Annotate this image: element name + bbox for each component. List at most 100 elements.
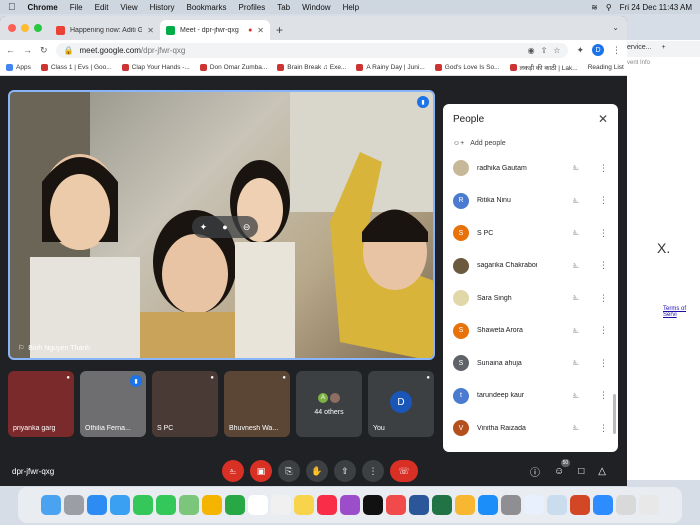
others-tile[interactable]: A 44 others — [296, 371, 362, 437]
menu-file[interactable]: File — [70, 3, 83, 12]
mic-off-icon[interactable]: ⎁ — [573, 391, 579, 401]
mic-off-icon[interactable]: ⎁ — [573, 228, 579, 238]
background-tab[interactable]: ervice... + — [623, 41, 700, 57]
safari-icon[interactable] — [87, 495, 107, 515]
news-icon[interactable] — [386, 495, 406, 515]
person-row[interactable]: sagarika Chakraborty ⎁ ⋮ — [443, 250, 618, 283]
pages-icon[interactable] — [455, 495, 475, 515]
excel-icon[interactable] — [432, 495, 452, 515]
person-row[interactable]: V Vinitha Raizada ⎁ ⋮ — [443, 412, 618, 445]
more-options-icon[interactable]: ⋮ — [599, 260, 608, 271]
meeting-details-icon[interactable]: ⓘ — [530, 464, 540, 479]
remove-icon[interactable]: ⊖ — [243, 222, 251, 233]
system-preferences-icon[interactable] — [501, 495, 521, 515]
menu-window[interactable]: Window — [302, 3, 330, 12]
tab-happening-now[interactable]: Happening now: Aditi Gupta is ✕ — [50, 20, 160, 40]
search-icon[interactable]: ⚲ — [606, 3, 612, 12]
participant-tile[interactable]: ● Bhuvnesh Wa... — [224, 371, 290, 437]
address-bar[interactable]: 🔒 meet.google.com/dpr-jfwr-qxg ◉ ⇧ ☆ — [55, 42, 569, 58]
facetime-icon[interactable] — [133, 495, 153, 515]
minimize-window-button[interactable] — [21, 24, 29, 32]
menu-history[interactable]: History — [150, 3, 175, 12]
camera-icon[interactable]: ◉ — [528, 46, 535, 55]
reminders-icon[interactable] — [271, 495, 291, 515]
mic-icon[interactable]: ● — [222, 222, 227, 232]
extensions-icon[interactable]: ✦ — [576, 45, 584, 56]
more-options-icon[interactable]: ⋮ — [599, 390, 608, 401]
tv-icon[interactable] — [363, 495, 383, 515]
chat-icon[interactable]: □ — [578, 466, 584, 477]
bookmark-item[interactable]: Don Omar Zumba... — [199, 64, 267, 71]
menu-help[interactable]: Help — [343, 3, 359, 12]
share-icon[interactable]: ⇧ — [541, 46, 548, 55]
mic-off-icon[interactable]: ⎁ — [573, 261, 579, 271]
self-tile[interactable]: ● D You — [368, 371, 434, 437]
menu-app-name[interactable]: Chrome — [28, 3, 58, 12]
person-row[interactable]: Sara Singh ⎁ ⋮ — [443, 282, 618, 315]
profile-avatar[interactable]: D — [592, 44, 604, 56]
preview-icon[interactable] — [547, 495, 567, 515]
music-icon[interactable] — [317, 495, 337, 515]
close-icon[interactable]: ✕ — [598, 112, 608, 126]
participant-tile[interactable]: ● S PC — [152, 371, 218, 437]
menu-view[interactable]: View — [120, 3, 137, 12]
bookmark-item[interactable]: A Rainy Day | Juni... — [356, 64, 425, 71]
mic-off-icon[interactable]: ⎁ — [573, 293, 579, 303]
reload-icon[interactable]: ↻ — [40, 45, 48, 56]
main-speaker-video[interactable]: ✦ ● ⊖ ▮ ⚐ Binh Nguyen Thanh — [8, 90, 435, 360]
bookmark-apps[interactable]: Apps — [6, 64, 31, 71]
mail-icon[interactable] — [110, 495, 130, 515]
mic-off-icon[interactable]: ⎁ — [573, 358, 579, 368]
person-row[interactable]: S S PC ⎁ ⋮ — [443, 217, 618, 250]
podcasts-icon[interactable] — [340, 495, 360, 515]
wifi-icon[interactable]: ≋ — [591, 3, 598, 12]
apple-icon[interactable]:  — [8, 2, 16, 13]
person-row[interactable]: S Shaweta Arora ⎁ ⋮ — [443, 315, 618, 348]
person-row[interactable]: R Ritika Ninu ⎁ ⋮ — [443, 185, 618, 218]
zoom-window-button[interactable] — [34, 24, 42, 32]
mic-off-icon[interactable]: ⎁ — [573, 196, 579, 206]
menu-edit[interactable]: Edit — [95, 3, 109, 12]
more-options-button[interactable]: ⋮ — [362, 460, 384, 482]
chevron-down-icon[interactable]: ⌄ — [612, 23, 619, 32]
present-button[interactable]: ⇧ — [334, 460, 356, 482]
zoom-icon[interactable] — [593, 495, 613, 515]
mic-off-icon[interactable]: ⎁ — [573, 423, 579, 433]
captions-button[interactable]: ⎘ — [278, 460, 300, 482]
close-window-button[interactable] — [8, 24, 16, 32]
menu-profiles[interactable]: Profiles — [239, 3, 266, 12]
more-options-icon[interactable]: ⋮ — [599, 358, 608, 369]
more-options-icon[interactable]: ⋮ — [599, 423, 608, 434]
finder-icon[interactable] — [41, 495, 61, 515]
bookmark-item[interactable]: Clap Your Hands -... — [121, 64, 190, 71]
more-options-icon[interactable]: ⋮ — [599, 163, 608, 174]
clock[interactable]: Fri 24 Dec 11:43 AM — [620, 3, 692, 12]
mic-toggle-button[interactable]: ⎁ — [222, 460, 244, 482]
mic-off-icon[interactable]: ⎁ — [573, 163, 579, 173]
pin-icon[interactable]: ✦ — [200, 222, 208, 233]
calendar-icon[interactable] — [248, 495, 268, 515]
launchpad-icon[interactable] — [64, 495, 84, 515]
powerpoint-icon[interactable] — [570, 495, 590, 515]
bookmark-item[interactable]: God's Love Is So... — [434, 64, 500, 71]
more-options-icon[interactable]: ⋮ — [599, 228, 608, 239]
more-options-icon[interactable]: ⋮ — [599, 195, 608, 206]
forward-icon[interactable]: → — [23, 45, 32, 55]
close-tab-icon[interactable]: ✕ — [257, 26, 264, 35]
participant-tile[interactable]: ▮ Othilia Ferna... — [80, 371, 146, 437]
lock-icon[interactable]: 🔒 — [64, 46, 74, 55]
photos-icon[interactable] — [202, 495, 222, 515]
person-row[interactable]: S Sunaina ahuja ⎁ ⋮ — [443, 347, 618, 380]
notes-icon[interactable] — [294, 495, 314, 515]
new-tab-icon[interactable]: + — [661, 44, 665, 51]
facetime-icon[interactable] — [225, 495, 245, 515]
chrome-icon[interactable] — [524, 495, 544, 515]
bookmark-item[interactable]: लकड़ी की काठी | Lak... — [509, 63, 578, 72]
raise-hand-button[interactable]: ✋ — [306, 460, 328, 482]
menu-bookmarks[interactable]: Bookmarks — [187, 3, 227, 12]
trash-icon[interactable] — [639, 495, 659, 515]
menu-icon[interactable]: ⋮ — [612, 45, 621, 56]
people-button[interactable]: ☺ 50 — [554, 458, 571, 477]
panel-scrollbar[interactable] — [613, 394, 616, 434]
back-icon[interactable]: ← — [6, 45, 15, 55]
